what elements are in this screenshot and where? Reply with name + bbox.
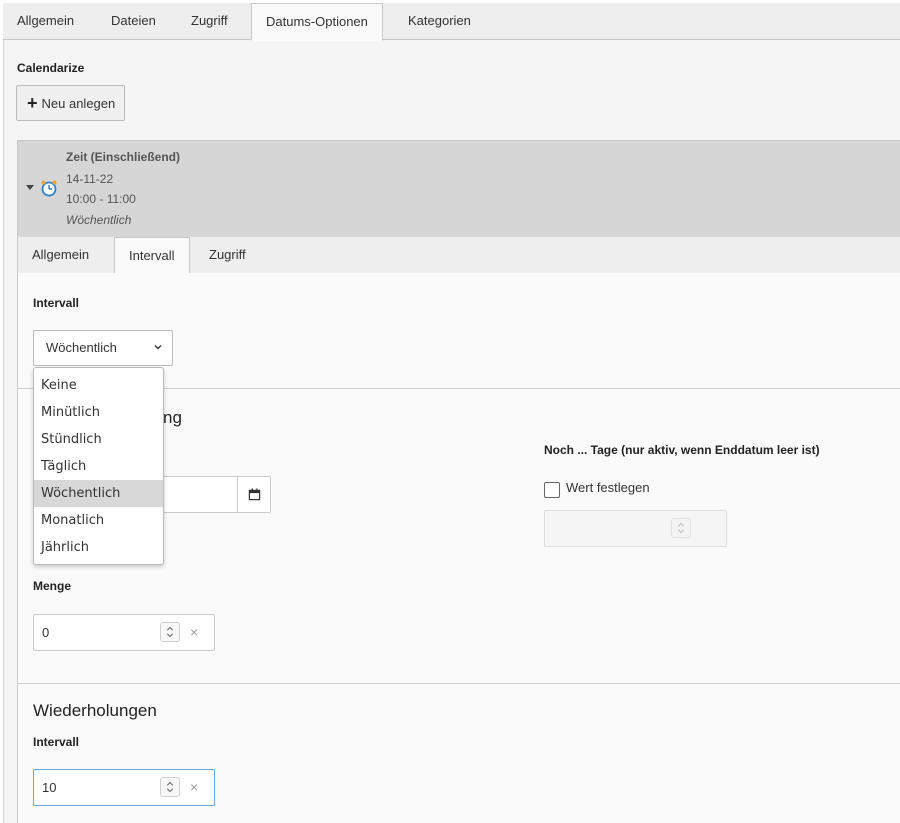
collapse-caret-icon[interactable] xyxy=(26,185,34,190)
option-woechentlich[interactable]: Wöchentlich xyxy=(34,480,163,507)
spinner-icon xyxy=(671,518,691,538)
record-frequency: Wöchentlich xyxy=(66,213,132,227)
end-section-heading: ng xyxy=(163,408,182,427)
menge-input[interactable]: 0 × xyxy=(33,614,215,651)
plus-icon: + xyxy=(27,93,38,113)
menge-label: Menge xyxy=(33,579,72,593)
tab-dateien[interactable]: Dateien xyxy=(97,3,170,40)
date-picker-button[interactable] xyxy=(237,476,271,513)
noch-tage-label: Noch ... Tage (nur aktiv, wenn Enddatum … xyxy=(544,443,820,457)
option-monatlich[interactable]: Monatlich xyxy=(34,507,163,534)
chevron-down-icon xyxy=(154,345,162,350)
calendar-icon xyxy=(248,488,261,501)
inner-tab-allgemein[interactable]: Allgemein xyxy=(18,237,103,274)
wiederholungen-intervall-label: Intervall xyxy=(33,735,80,749)
tab-kategorien[interactable]: Kategorien xyxy=(394,3,485,40)
tab-datums-optionen[interactable]: Datums-Optionen xyxy=(251,3,383,41)
intervall-dropdown-list: Keine Minütlich Stündlich Täglich Wöchen… xyxy=(33,367,164,565)
inner-tab-zugriff[interactable]: Zugriff xyxy=(195,237,260,274)
outer-tab-bar: Allgemein Dateien Zugriff Datums-Optione… xyxy=(3,3,900,41)
wert-festlegen-checkbox[interactable] xyxy=(544,482,560,498)
alarm-clock-icon xyxy=(41,180,57,197)
inner-tab-bar: Allgemein Intervall Zugriff xyxy=(18,237,900,275)
option-jaehrlich[interactable]: Jährlich xyxy=(34,534,163,561)
clear-icon[interactable]: × xyxy=(190,770,198,805)
intervall-select[interactable]: Wöchentlich xyxy=(33,330,173,366)
new-record-button[interactable]: + Neu anlegen xyxy=(16,85,126,121)
clear-icon[interactable]: × xyxy=(190,615,198,650)
wiederholungen-value: 10 xyxy=(42,780,57,795)
wert-festlegen-label: Wert festlegen xyxy=(566,480,650,495)
record-header[interactable]: Zeit (Einschließend) 14-11-22 10:00 - 11… xyxy=(18,140,900,237)
wiederholungen-intervall-input[interactable]: 10 × xyxy=(33,769,215,806)
wiederholungen-heading: Wiederholungen xyxy=(33,701,157,720)
new-record-label: Neu anlegen xyxy=(41,96,116,111)
record-title: Zeit (Einschließend) xyxy=(66,150,181,164)
option-minuetlich[interactable]: Minütlich xyxy=(34,399,163,426)
option-taeglich[interactable]: Täglich xyxy=(34,453,163,480)
tab-allgemein[interactable]: Allgemein xyxy=(3,3,88,40)
calendarize-label: Calendarize xyxy=(17,61,85,75)
inner-tab-intervall[interactable]: Intervall xyxy=(114,237,190,275)
spinner-icon[interactable] xyxy=(160,622,180,642)
option-keine[interactable]: Keine xyxy=(34,372,163,399)
spinner-icon[interactable] xyxy=(160,777,180,797)
tab-zugriff[interactable]: Zugriff xyxy=(177,3,242,40)
record-time-range: 10:00 - 11:00 xyxy=(66,192,136,206)
record-date: 14-11-22 xyxy=(66,172,114,186)
intervall-select-value: Wöchentlich xyxy=(46,340,117,355)
section-divider-bottom xyxy=(18,683,900,684)
noch-tage-input xyxy=(544,510,727,547)
option-stuendlich[interactable]: Stündlich xyxy=(34,426,163,453)
intervall-label: Intervall xyxy=(33,296,80,310)
menge-value: 0 xyxy=(42,625,50,640)
